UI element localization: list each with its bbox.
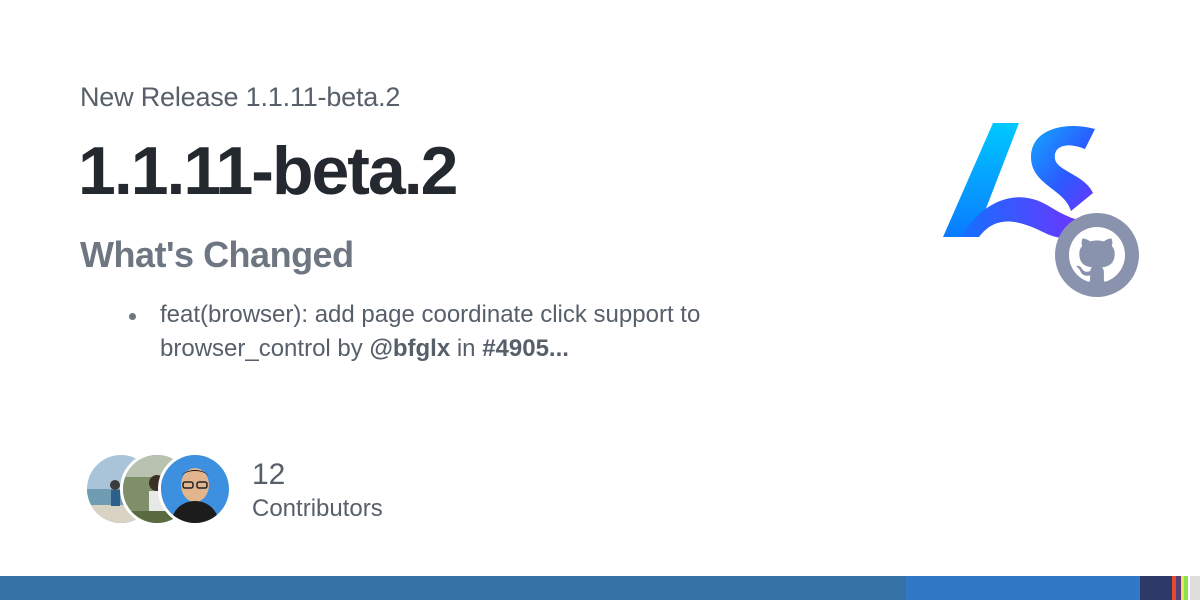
release-eyebrow: New Release 1.1.11-beta.2 xyxy=(80,82,401,112)
release-title: 1.1.11-beta.2 xyxy=(78,133,458,209)
change-list: feat(browser): add page coordinate click… xyxy=(120,298,780,366)
bullet-icon xyxy=(129,313,136,320)
contributor-label: Contributors xyxy=(252,495,383,522)
avatar[interactable] xyxy=(158,452,232,526)
language-bar-segment xyxy=(906,576,1140,600)
change-author-link[interactable]: @bfglx xyxy=(369,335,450,362)
release-card: New Release 1.1.11-beta.2 1.1.11-beta.2 … xyxy=(0,0,1200,600)
contributor-count: 12 xyxy=(252,458,286,491)
contributor-avatars xyxy=(84,452,244,526)
change-item: feat(browser): add page coordinate click… xyxy=(120,298,780,366)
language-bar xyxy=(0,576,1200,600)
language-bar-segment xyxy=(1190,576,1200,600)
section-heading: What's Changed xyxy=(80,234,354,275)
language-bar-segment xyxy=(0,576,906,600)
github-icon xyxy=(1055,213,1139,297)
language-bar-segment xyxy=(1140,576,1173,600)
change-text-in: in xyxy=(450,335,483,362)
change-pr-link[interactable]: #4905... xyxy=(482,335,569,362)
